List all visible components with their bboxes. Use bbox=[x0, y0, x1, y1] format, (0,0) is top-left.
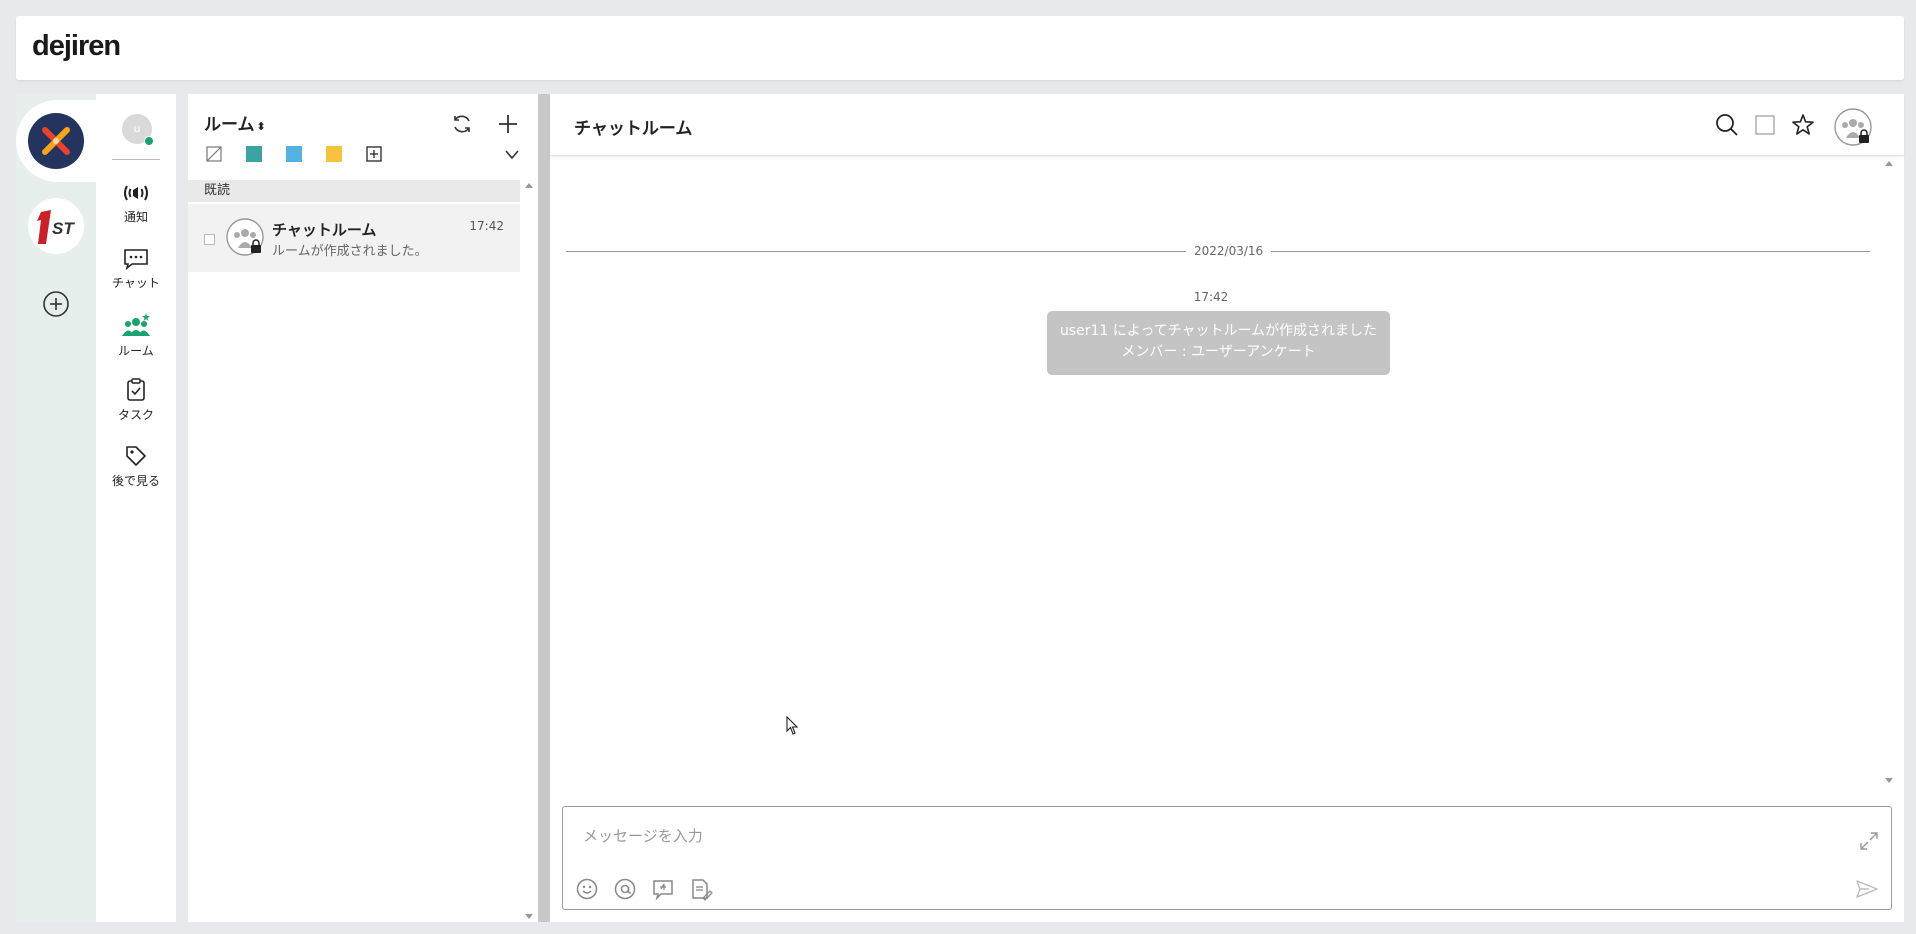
room-time: 17:42 bbox=[469, 219, 504, 233]
nav-label-rooms: ルーム bbox=[118, 344, 154, 358]
room-list-title-text: ルーム bbox=[204, 115, 255, 135]
nav-column: u 通知 チャット ルーム タスク 後で見る bbox=[96, 94, 176, 922]
nav-item-chat[interactable]: チャット bbox=[96, 248, 176, 291]
chat-title: チャットルーム bbox=[574, 119, 693, 139]
room-list-item[interactable]: チャットルーム 17:42 ルームが作成されました。 bbox=[188, 204, 520, 272]
sort-toggle-icon[interactable]: ⬍ bbox=[257, 120, 266, 133]
room-members-icon[interactable] bbox=[1834, 108, 1872, 146]
system-message-line2: メンバー : ユーザーアンケート bbox=[1121, 344, 1316, 360]
room-list-title[interactable]: ルーム ⬍ bbox=[204, 110, 266, 135]
1st-logo-icon: ST bbox=[37, 210, 75, 244]
workspace-1st[interactable]: ST bbox=[28, 198, 84, 254]
color-filter-yellow[interactable] bbox=[326, 146, 342, 162]
color-filter-blue[interactable] bbox=[286, 146, 302, 162]
message-input[interactable]: メッセージを入力 bbox=[562, 806, 1892, 910]
attach-file-icon[interactable] bbox=[689, 877, 713, 901]
nav-divider bbox=[112, 159, 160, 160]
no-color-filter-icon[interactable] bbox=[206, 146, 222, 162]
system-message-bubble: user11 によってチャットルームが作成されました メンバー : ユーザーアン… bbox=[1047, 311, 1390, 375]
section-header-read: 既読 bbox=[188, 180, 520, 202]
send-icon[interactable] bbox=[1855, 877, 1879, 901]
nav-item-rooms[interactable]: ルーム bbox=[96, 312, 176, 359]
system-message-time: 17:42 bbox=[1193, 290, 1229, 304]
message-input-placeholder: メッセージを入力 bbox=[583, 827, 703, 845]
x-logo-icon bbox=[42, 127, 70, 155]
broadcast-icon bbox=[124, 185, 148, 201]
mouse-cursor-icon bbox=[786, 716, 799, 735]
nav-label-tasks: タスク bbox=[117, 408, 154, 422]
color-filter-teal[interactable] bbox=[246, 146, 262, 162]
stamp-icon[interactable] bbox=[651, 877, 675, 901]
chevron-down-icon[interactable] bbox=[504, 148, 520, 162]
chat-scrollbar[interactable] bbox=[1880, 156, 1898, 790]
date-divider-label: 2022/03/16 bbox=[1186, 244, 1272, 258]
add-room-icon[interactable] bbox=[496, 112, 520, 136]
chat-icon bbox=[124, 249, 148, 270]
nav-label-chat: チャット bbox=[112, 276, 160, 290]
room-group-icon bbox=[122, 313, 150, 336]
add-filter-icon[interactable] bbox=[366, 146, 382, 162]
star-icon[interactable] bbox=[1790, 112, 1816, 138]
nav-label-watch-later: 後で見る bbox=[111, 474, 160, 488]
workspace-x[interactable] bbox=[28, 113, 84, 169]
expand-icon[interactable] bbox=[1859, 831, 1879, 851]
emoji-icon[interactable] bbox=[575, 877, 599, 901]
workspace-rail: ST bbox=[16, 94, 96, 922]
svg-text:ST: ST bbox=[52, 219, 75, 238]
chat-panel: チャットルーム 2022/03/16 17:42 user11 によってチャット… bbox=[550, 94, 1904, 922]
color-label-icon[interactable] bbox=[1752, 112, 1778, 138]
chat-header: チャットルーム bbox=[550, 94, 1904, 156]
nav-item-tasks[interactable]: タスク bbox=[96, 378, 176, 423]
tag-icon bbox=[126, 446, 146, 466]
top-bar: dejiren bbox=[16, 16, 1904, 80]
clipboard-icon bbox=[127, 378, 145, 401]
room-name: チャットルーム bbox=[272, 221, 377, 239]
add-workspace-icon[interactable] bbox=[42, 290, 70, 318]
system-message-line1: user11 によってチャットルームが作成されました bbox=[1059, 323, 1378, 339]
nav-item-notifications[interactable]: 通知 bbox=[96, 182, 176, 225]
search-icon[interactable] bbox=[1714, 112, 1740, 138]
app-logo[interactable]: dejiren bbox=[32, 30, 121, 63]
nav-item-watch-later[interactable]: 後で見る bbox=[96, 444, 176, 489]
room-list-scrollbar[interactable] bbox=[520, 180, 538, 922]
room-list-panel: ルーム ⬍ 既読 チャットルーム 17:42 ルームが作成されました。 bbox=[188, 94, 538, 922]
nav-label-notifications: 通知 bbox=[123, 210, 148, 224]
panel-resizer[interactable] bbox=[538, 94, 550, 922]
refresh-icon[interactable] bbox=[450, 112, 474, 136]
room-avatar-icon bbox=[226, 218, 264, 256]
online-status-dot bbox=[144, 136, 154, 146]
room-checkbox[interactable] bbox=[204, 234, 215, 245]
mention-icon[interactable] bbox=[613, 877, 637, 901]
room-last-message: ルームが作成されました。 bbox=[272, 244, 428, 259]
